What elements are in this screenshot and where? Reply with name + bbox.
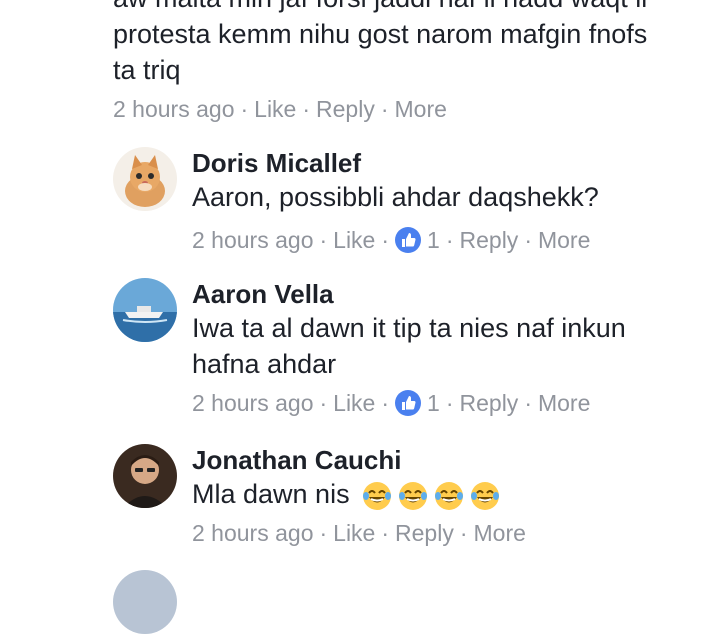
like-link[interactable]: Like [333, 518, 375, 548]
reply-body: Doris Micallef Aaron, possibbli ahdar da… [192, 147, 712, 255]
next-reply-avatar[interactable] [113, 570, 177, 634]
author-name[interactable]: Doris Micallef [192, 147, 712, 179]
reply-link[interactable]: Reply [460, 225, 519, 255]
comment-meta: 2 hours ago · Like · Reply · More [192, 518, 712, 548]
reply-link[interactable]: Reply [316, 94, 375, 124]
top-comment: aw malta min jaf forsi jaddi naf li nadd… [113, 0, 713, 124]
comment-meta: 2 hours ago · Like · 1 · Reply · More [192, 225, 712, 255]
separator: · [459, 520, 468, 546]
separator: · [302, 96, 311, 122]
separator: · [381, 520, 390, 546]
comment-timestamp[interactable]: 2 hours ago [192, 388, 313, 418]
laughing-tears-emoji-icon [363, 481, 392, 510]
thumbs-up-icon[interactable] [395, 227, 422, 253]
comment-text-line: Mla dawn nis [192, 479, 350, 509]
comment-text-line: Aaron, possibbli ahdar daqshekk? [192, 182, 599, 212]
kitten-avatar[interactable] [113, 147, 177, 211]
comment-text-line: protesta kemm nihu gost narom mafgin fno… [113, 19, 648, 49]
laughing-tears-emoji-icon [399, 481, 428, 510]
more-link[interactable]: More [395, 94, 447, 124]
comment-text: Mla dawn nis [192, 476, 712, 512]
reaction-count[interactable]: 1 [427, 225, 440, 255]
reply-link[interactable]: Reply [460, 388, 519, 418]
separator: · [524, 227, 532, 253]
separator: · [524, 390, 532, 416]
separator: · [381, 390, 390, 416]
more-link[interactable]: More [538, 225, 590, 255]
reply-body: Aaron Vella Iwa ta al dawn it tip ta nie… [192, 278, 712, 418]
comment-meta: 2 hours ago · Like · 1 · Reply · More [192, 388, 712, 418]
separator: · [445, 227, 454, 253]
separator: · [319, 390, 328, 416]
more-link[interactable]: More [474, 518, 526, 548]
emoji-row [357, 479, 501, 510]
thumbs-up-icon[interactable] [395, 390, 422, 416]
comment-timestamp[interactable]: 2 hours ago [192, 225, 313, 255]
comment-timestamp[interactable]: 2 hours ago [192, 518, 313, 548]
separator: · [445, 390, 454, 416]
like-link[interactable]: Like [333, 225, 375, 255]
comment-timestamp[interactable]: 2 hours ago [113, 94, 234, 124]
separator: · [381, 227, 390, 253]
separator: · [380, 96, 389, 122]
like-link[interactable]: Like [333, 388, 375, 418]
reaction-count[interactable]: 1 [427, 388, 440, 418]
laughing-tears-emoji-icon [435, 481, 464, 510]
reply-link[interactable]: Reply [395, 518, 454, 548]
like-link[interactable]: Like [254, 94, 296, 124]
comment-text-line: hafna ahdar [192, 349, 337, 379]
boat-avatar[interactable] [113, 278, 177, 342]
comment-text-line: aw malta min jaf forsi jaddi naf li nadd… [113, 0, 713, 16]
reply-body: Jonathan Cauchi Mla dawn nis 2 hours ago… [192, 444, 712, 548]
separator: · [240, 96, 249, 122]
author-name[interactable]: Jonathan Cauchi [192, 444, 712, 476]
separator: · [319, 227, 328, 253]
comment-text-line: ta triq [113, 55, 181, 85]
laughing-tears-emoji-icon [471, 481, 500, 510]
author-name[interactable]: Aaron Vella [192, 278, 712, 310]
man-avatar[interactable] [113, 444, 177, 508]
separator: · [319, 520, 328, 546]
comment-meta: 2 hours ago · Like · Reply · More [113, 94, 713, 124]
comment-text-line: Iwa ta al dawn it tip ta nies naf inkun [192, 313, 626, 343]
more-link[interactable]: More [538, 388, 590, 418]
